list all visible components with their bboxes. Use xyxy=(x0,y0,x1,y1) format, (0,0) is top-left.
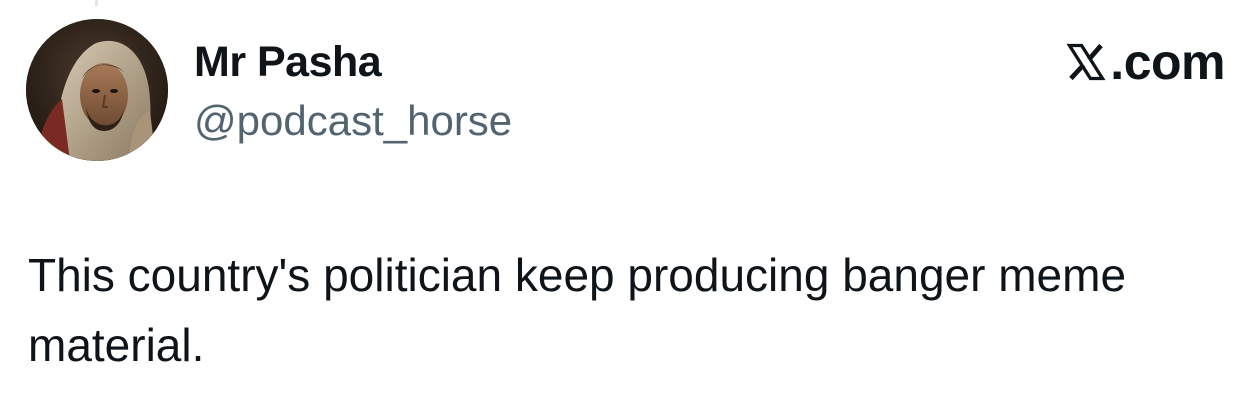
avatar-portrait xyxy=(26,19,168,161)
author-handle[interactable]: @podcast_horse xyxy=(194,97,512,145)
brand-watermark: .com xyxy=(1064,34,1225,90)
x-logo-icon xyxy=(1066,43,1106,81)
author-display-name[interactable]: Mr Pasha xyxy=(194,38,382,86)
tweet-body-text: This country's politician keep producing… xyxy=(28,249,1127,371)
top-divider-mark xyxy=(95,0,98,6)
avatar[interactable] xyxy=(26,19,168,161)
brand-domain-text: .com xyxy=(1110,34,1225,90)
